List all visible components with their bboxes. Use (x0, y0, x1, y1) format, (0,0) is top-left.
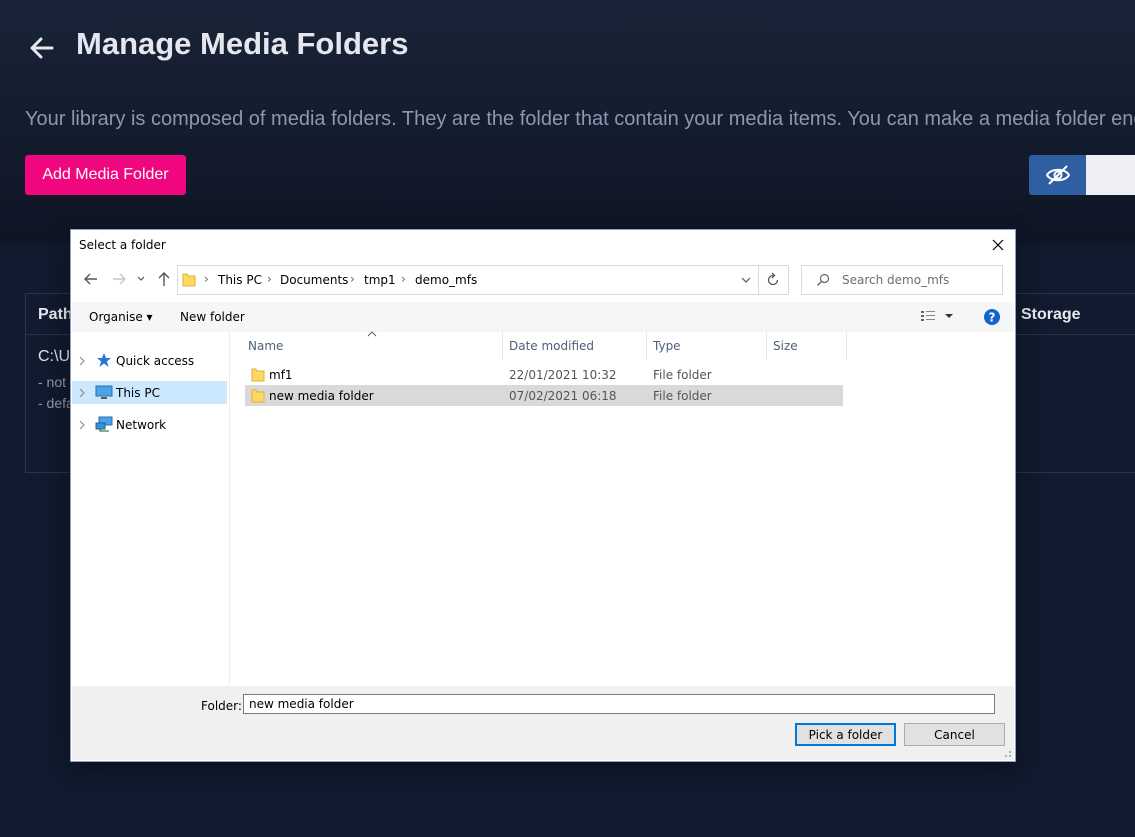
help-icon[interactable]: ? (983, 308, 1001, 326)
eye-off-icon (1045, 165, 1070, 185)
refresh-button[interactable] (758, 265, 789, 295)
nav-item-this-pc[interactable]: This PC (72, 381, 227, 404)
back-icon[interactable] (81, 267, 101, 291)
file-name: new media folder (269, 389, 374, 403)
search-placeholder: Search demo_mfs (842, 273, 950, 287)
select-folder-dialog: Select a folder › This PC › Documents › … (71, 230, 1015, 761)
network-icon (95, 416, 113, 432)
svg-text:?: ? (989, 311, 996, 325)
column-header-name[interactable]: Name (248, 339, 283, 353)
column-header-storage: Storage (1021, 306, 1081, 323)
chevron-down-icon[interactable] (740, 275, 752, 285)
breadcrumb-tmp1[interactable]: tmp1 (364, 273, 396, 287)
command-bar: Organise ▾ New folder ? (72, 302, 1014, 332)
column-header-path: Path (38, 306, 73, 323)
forward-icon[interactable] (109, 267, 129, 291)
breadcrumb-separator: › (350, 272, 355, 286)
sort-ascending-icon (367, 331, 377, 337)
breadcrumb-demo-mfs[interactable]: demo_mfs (415, 273, 477, 287)
library-description: Your library is composed of media folder… (25, 108, 1135, 130)
chevron-right-icon[interactable] (78, 356, 86, 366)
folder-name-input[interactable] (243, 694, 995, 714)
chevron-right-icon[interactable] (78, 388, 86, 398)
column-header-size[interactable]: Size (773, 339, 798, 353)
nav-label: Quick access (116, 354, 195, 368)
page-title: Manage Media Folders (76, 26, 409, 61)
add-media-folder-button[interactable]: Add Media Folder (25, 155, 186, 195)
file-type: File folder (653, 368, 712, 382)
nav-item-network[interactable]: Network (72, 413, 227, 436)
nav-label: This PC (116, 386, 160, 400)
folder-icon (251, 389, 265, 403)
folder-label: Folder: (201, 699, 242, 713)
file-type: File folder (653, 389, 712, 403)
navigation-pane: Quick access This PC Network (71, 332, 230, 685)
column-divider[interactable] (502, 332, 503, 360)
folder-icon (182, 273, 196, 287)
file-date: 07/02/2021 06:18 (509, 389, 617, 403)
file-name: mf1 (269, 368, 293, 382)
computer-icon (95, 385, 113, 399)
file-row[interactable]: new media folder 07/02/2021 06:18 File f… (245, 385, 843, 406)
chevron-right-icon[interactable] (78, 420, 86, 430)
column-divider[interactable] (846, 332, 847, 360)
dialog-title: Select a folder (79, 238, 166, 252)
file-row[interactable]: mf1 22/01/2021 10:32 File folder (245, 364, 843, 385)
dialog-footer: Folder: Pick a folder Cancel (72, 686, 1014, 760)
up-arrow-icon[interactable] (154, 267, 174, 291)
visibility-toggle[interactable] (1029, 155, 1086, 195)
pick-folder-button[interactable]: Pick a folder (795, 723, 896, 746)
page-header: Manage Media Folders Your library is com… (0, 0, 1135, 243)
column-divider[interactable] (646, 332, 647, 360)
refresh-icon (767, 272, 779, 286)
folder-note: - not (38, 374, 67, 390)
organise-button[interactable]: Organise ▾ (89, 310, 153, 324)
view-options-icon[interactable] (920, 309, 936, 323)
column-divider[interactable] (766, 332, 767, 360)
search-input[interactable]: Search demo_mfs (801, 265, 1003, 295)
resize-grip-icon[interactable] (1002, 748, 1012, 758)
nav-item-quick-access[interactable]: Quick access (72, 349, 227, 372)
file-date: 22/01/2021 10:32 (509, 368, 617, 382)
cancel-button[interactable]: Cancel (904, 723, 1005, 746)
address-bar[interactable]: › This PC › Documents › tmp1 › demo_mfs (177, 265, 759, 295)
folder-note: - defa (38, 395, 74, 411)
toggle-option[interactable] (1086, 155, 1135, 195)
column-header-date-modified[interactable]: Date modified (509, 339, 594, 353)
folder-icon (251, 368, 265, 382)
new-folder-button[interactable]: New folder (180, 310, 245, 324)
view-options-chevron-icon[interactable] (944, 312, 954, 320)
breadcrumb-this-pc[interactable]: This PC (218, 273, 262, 287)
back-arrow-icon[interactable] (28, 34, 56, 62)
nav-label: Network (116, 418, 167, 432)
breadcrumb-documents[interactable]: Documents (280, 273, 348, 287)
breadcrumb-separator: › (204, 272, 209, 286)
search-icon (817, 273, 830, 286)
recent-locations-chevron-icon[interactable] (135, 267, 147, 291)
quick-access-star-icon (97, 353, 111, 367)
column-header-type[interactable]: Type (653, 339, 681, 353)
breadcrumb-separator: › (267, 272, 272, 286)
breadcrumb-separator: › (401, 272, 406, 286)
close-icon[interactable] (985, 232, 1011, 258)
